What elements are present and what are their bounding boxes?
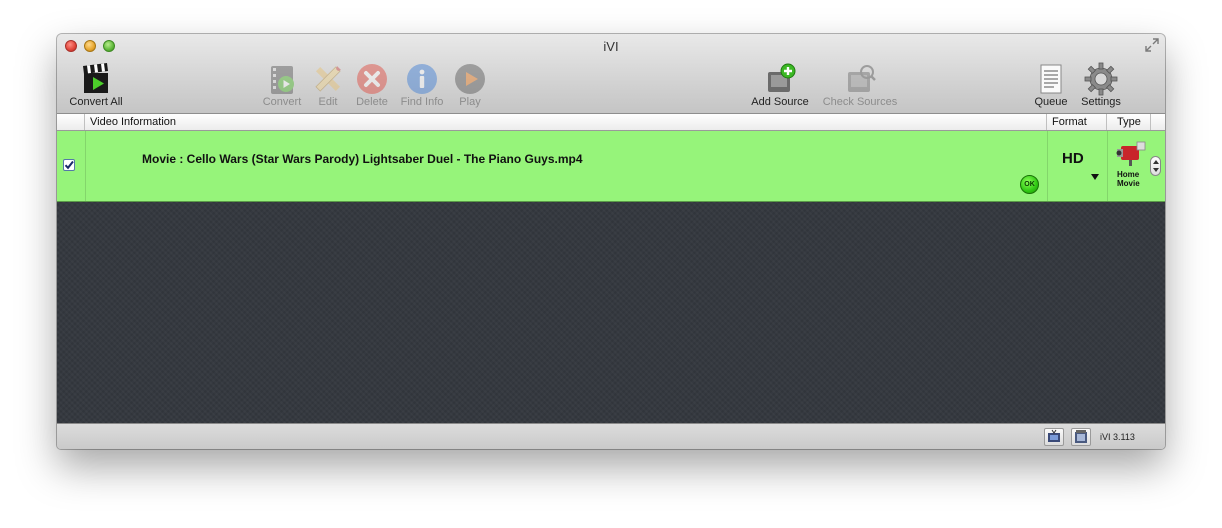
window-title: iVI — [603, 39, 619, 54]
queue-button[interactable]: Queue — [1033, 62, 1069, 108]
film-button[interactable] — [1071, 428, 1091, 446]
type-value: Home Movie — [1117, 170, 1140, 188]
header-format[interactable]: Format — [1047, 114, 1107, 130]
gear-icon — [1084, 62, 1118, 96]
settings-button[interactable]: Settings — [1077, 62, 1125, 108]
delete-label: Delete — [356, 96, 388, 108]
header-type[interactable]: Type — [1107, 114, 1151, 130]
format-dropdown-icon[interactable] — [1091, 174, 1099, 180]
convert-label: Convert — [262, 96, 302, 108]
table-header: Video Information Format Type — [57, 114, 1165, 131]
info-icon — [405, 62, 439, 96]
type-stepper[interactable] — [1150, 156, 1161, 176]
convert-button[interactable]: Convert — [260, 62, 304, 108]
film-play-icon — [265, 62, 299, 96]
column-divider — [85, 131, 86, 201]
fullscreen-icon[interactable] — [1145, 38, 1159, 52]
delete-x-icon — [355, 62, 389, 96]
column-divider — [1107, 131, 1108, 201]
play-label: Play — [459, 96, 481, 108]
settings-label: Settings — [1081, 96, 1121, 108]
version-label: iVI 3.113 — [1100, 432, 1135, 442]
check-sources-button[interactable]: Check Sources — [821, 62, 899, 108]
delete-button[interactable]: Delete — [352, 62, 392, 108]
check-sources-label: Check Sources — [822, 96, 898, 108]
format-value[interactable]: HD — [1062, 150, 1084, 167]
clapperboard-icon — [79, 62, 113, 96]
app-window: iVI Convert All Convert Edit Delete Find… — [57, 34, 1165, 449]
checkmark-icon — [64, 160, 74, 170]
column-divider — [1047, 131, 1048, 201]
video-title: Movie : Cello Wars (Star Wars Parody) Li… — [142, 152, 583, 166]
check-drive-icon — [843, 62, 877, 96]
convert-all-button[interactable]: Convert All — [65, 62, 127, 108]
ok-status-badge: OK — [1020, 175, 1039, 194]
document-list-icon — [1034, 62, 1068, 96]
row-select-checkbox[interactable] — [63, 159, 75, 171]
pencil-ruler-icon — [311, 62, 345, 96]
table-row[interactable]: Movie : Cello Wars (Star Wars Parody) Li… — [57, 131, 1165, 202]
find-info-button[interactable]: Find Info — [397, 62, 447, 108]
type-line-1: Home — [1117, 170, 1140, 179]
convert-all-label: Convert All — [69, 96, 123, 108]
header-video-information[interactable]: Video Information — [85, 114, 1047, 130]
add-drive-icon — [763, 62, 797, 96]
title-bar: iVI Convert All Convert Edit Delete Find… — [57, 34, 1165, 114]
camcorder-icon — [1115, 138, 1149, 168]
type-line-2: Movie — [1117, 179, 1140, 188]
queue-label: Queue — [1034, 96, 1068, 108]
add-source-label: Add Source — [751, 96, 809, 108]
play-button[interactable]: Play — [453, 62, 487, 108]
tv-icon — [1048, 429, 1060, 442]
edit-button[interactable]: Edit — [311, 62, 345, 108]
play-icon — [453, 62, 487, 96]
edit-label: Edit — [318, 96, 338, 108]
add-source-button[interactable]: Add Source — [749, 62, 811, 108]
find-info-label: Find Info — [400, 96, 444, 108]
status-bar: iVI 3.113 — [57, 423, 1165, 449]
video-list: Video Information Format Type Movie : Ce… — [57, 114, 1165, 423]
tv-button[interactable] — [1044, 428, 1064, 446]
header-checkbox-column[interactable] — [57, 114, 85, 130]
film-reel-icon — [1075, 430, 1087, 443]
